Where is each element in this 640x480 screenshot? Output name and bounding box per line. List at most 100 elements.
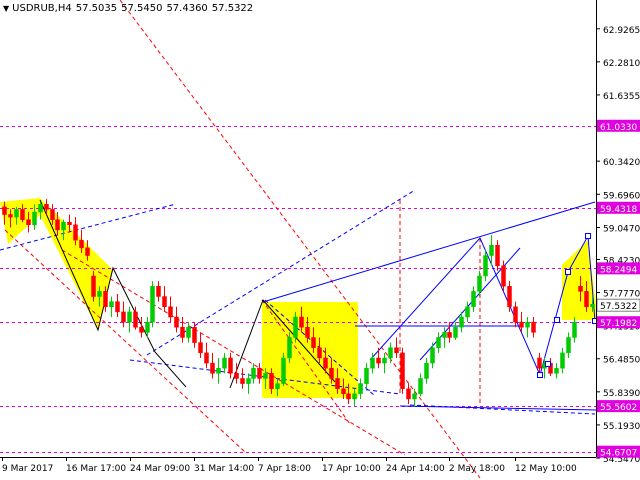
candle-body — [424, 362, 429, 379]
candle-body — [67, 221, 72, 226]
open-value: 57.5035 — [75, 3, 118, 14]
pattern-node-marker — [565, 269, 571, 275]
candle-body — [465, 306, 470, 318]
candle-body — [20, 209, 25, 220]
price-tick-label: 57.7770 — [603, 290, 640, 300]
chart-title: ▼ USDRUB,H4 57.5035 57.5450 57.4360 57.5322 — [3, 3, 257, 14]
price-tick-label: 59.0470 — [603, 225, 640, 235]
candle-body — [447, 332, 452, 338]
pattern-node-marker — [554, 317, 560, 323]
candle-body — [55, 219, 60, 231]
candle-body — [14, 209, 19, 218]
candle-body — [590, 303, 595, 308]
candle-body — [44, 204, 49, 210]
candle-body — [459, 316, 464, 328]
candle-body — [145, 321, 150, 333]
symbol-label: USDRUB,H4 — [12, 3, 72, 14]
time-tick-label: 24 Mar 09:00 — [130, 464, 190, 474]
candle-body — [240, 378, 245, 384]
candle-body — [180, 326, 185, 338]
candle-body — [537, 357, 542, 369]
pattern-node-marker — [585, 233, 591, 239]
candle-body — [430, 347, 435, 364]
candle-body — [115, 301, 120, 313]
candle-body — [210, 362, 215, 374]
level-price-label: 55.5602 — [600, 403, 637, 413]
candle-body — [61, 221, 66, 231]
candle-body — [251, 367, 256, 379]
candle-body — [501, 265, 506, 287]
candle-body — [483, 255, 488, 277]
time-tick-label: 12 May 10:00 — [515, 464, 577, 474]
price-chart: 62.9265 62.2810 61.6355 60.3420 59.6960 59.04… — [0, 0, 640, 480]
time-tick-label: 7 Apr 18:00 — [258, 464, 311, 474]
candle-body — [531, 321, 536, 333]
candle-body — [566, 337, 571, 354]
candle-body — [216, 367, 221, 374]
candle-body — [2, 206, 7, 215]
candle-body — [442, 332, 447, 338]
time-tick-label: 17 Apr 10:00 — [322, 464, 381, 474]
candle-body — [311, 337, 316, 348]
pattern-node-marker — [545, 361, 551, 367]
candle-body — [103, 291, 108, 308]
candle-body — [394, 347, 399, 354]
price-tick-label: 62.2810 — [603, 59, 640, 69]
time-tick-label: 9 Mar 2017 — [2, 464, 53, 474]
candle-body — [26, 219, 31, 226]
candle-body — [495, 245, 500, 267]
candle-body — [317, 347, 322, 359]
candle-body — [578, 286, 583, 292]
candle-body — [50, 209, 55, 220]
candle-body — [91, 275, 96, 297]
level-price-label: 59.4318 — [600, 205, 637, 215]
level-price-label: 54.6707 — [600, 449, 637, 459]
candle-body — [73, 224, 78, 241]
candle-body — [133, 311, 138, 328]
candle-body — [257, 367, 262, 379]
candle-body — [329, 367, 334, 379]
candle-body — [382, 357, 387, 364]
candle-body — [281, 357, 286, 384]
chart-canvas: 62.9265 62.2810 61.6355 60.3420 59.6960 59.04… — [0, 0, 640, 480]
candle-body — [127, 311, 132, 323]
pattern-node-marker — [537, 372, 543, 378]
candle-body — [293, 316, 298, 338]
candle-body — [406, 388, 411, 400]
candle-body — [121, 311, 126, 323]
candle-body — [370, 357, 375, 369]
candle-body — [572, 321, 577, 338]
level-price-label: 58.2494 — [600, 265, 637, 275]
candle-body — [305, 326, 310, 338]
candle-body — [453, 326, 458, 338]
candle-body — [554, 367, 559, 374]
price-tick-label: 60.3420 — [603, 158, 640, 168]
candle-body — [85, 247, 90, 256]
candle-body — [364, 367, 369, 384]
candle-body — [109, 301, 114, 308]
candle-body — [204, 352, 209, 364]
candle-body — [263, 373, 268, 379]
candle-body — [162, 296, 167, 308]
candle-body — [519, 321, 524, 328]
time-tick-label: 16 Mar 17:00 — [66, 464, 126, 474]
candle-body — [275, 383, 280, 389]
candle-body — [38, 204, 43, 213]
price-tick-label: 59.6960 — [603, 191, 640, 201]
candle-body — [489, 245, 494, 256]
candle-body — [139, 326, 144, 333]
time-tick-label: 31 Mar 14:00 — [194, 464, 254, 474]
candle-body — [192, 326, 197, 343]
price-tick-label: 55.8390 — [603, 389, 640, 399]
candle-body — [168, 306, 173, 318]
price-tick-label: 56.4850 — [603, 356, 640, 366]
candle-body — [287, 337, 292, 359]
candle-body — [234, 373, 239, 379]
chart-background — [0, 0, 640, 480]
candle-body — [412, 393, 417, 400]
dropdown-triangle-icon[interactable]: ▼ — [3, 4, 9, 13]
price-tick-label: 62.9265 — [603, 26, 640, 36]
high-value: 57.5450 — [121, 3, 163, 14]
candle-body — [352, 393, 357, 400]
candle-body — [400, 352, 405, 389]
